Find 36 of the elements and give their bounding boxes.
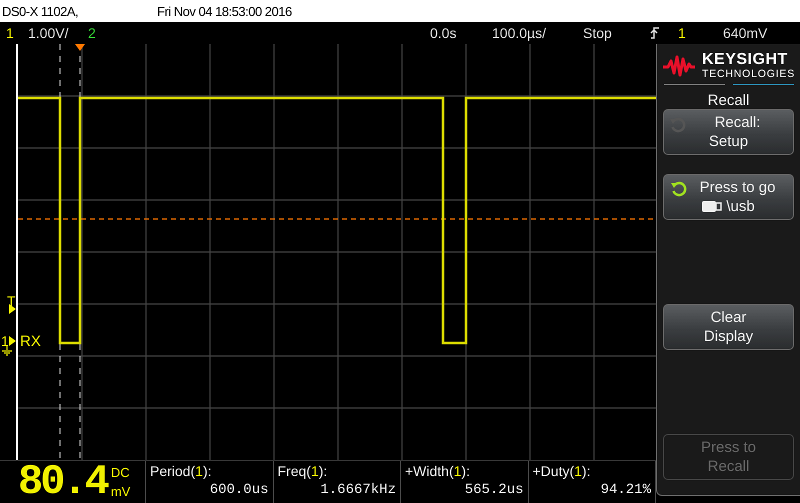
vertical-scale: 1.00V/ bbox=[28, 25, 68, 41]
channel-number[interactable]: 1 bbox=[6, 25, 14, 41]
signal-label: RX bbox=[20, 335, 41, 349]
wave-logo-icon bbox=[662, 55, 696, 77]
channel-number[interactable]: 2 bbox=[88, 25, 96, 41]
trigger-source: 1 bbox=[678, 25, 686, 41]
readout-unit: mV bbox=[110, 484, 130, 499]
softkey-button[interactable]: Clear Display bbox=[663, 304, 794, 350]
brand-name: KEYSIGHT bbox=[702, 52, 789, 68]
measurement-value: 1.6667kHz bbox=[319, 482, 396, 498]
readout-value: 80.4 bbox=[18, 462, 107, 502]
ground-icon bbox=[2, 346, 12, 356]
measurement-label: +Duty(1): bbox=[532, 463, 592, 479]
measurement-label: Freq(1): bbox=[278, 463, 328, 479]
measurement-label: Period(1): bbox=[150, 463, 212, 479]
softkey-button[interactable]: Press to go \usb bbox=[663, 174, 794, 220]
measurement-value: 94.21% bbox=[600, 482, 651, 498]
trigger-level: 640mV bbox=[723, 25, 768, 41]
trigger-slope-icon bbox=[650, 26, 660, 40]
coupling-label: DC bbox=[110, 465, 130, 480]
measurement-label: +Width(1): bbox=[405, 463, 471, 479]
channel-marker-icon bbox=[9, 336, 16, 346]
time-scale: 100.0µs/ bbox=[492, 25, 546, 41]
timestamp: Fri Nov 04 18:53:00 2016 bbox=[157, 4, 292, 18]
brand-tagline: TECHNOLOGIES bbox=[702, 68, 796, 80]
instrument-model: DS0-X 1102A, bbox=[1, 4, 80, 18]
run-state: Stop bbox=[583, 25, 612, 41]
channel-label: 1 bbox=[1, 334, 9, 348]
softkey-button[interactable]: Recall: Setup bbox=[663, 109, 794, 155]
trigger-marker-icon bbox=[9, 304, 16, 314]
measurement-value: 600.0us bbox=[208, 482, 268, 498]
time-delay: 0.0s bbox=[430, 25, 456, 41]
usb-drive-icon bbox=[702, 201, 722, 212]
measurement-value: 565.2us bbox=[464, 482, 524, 498]
menu-title: Recall bbox=[708, 92, 750, 109]
trigger-label: T bbox=[7, 294, 16, 308]
